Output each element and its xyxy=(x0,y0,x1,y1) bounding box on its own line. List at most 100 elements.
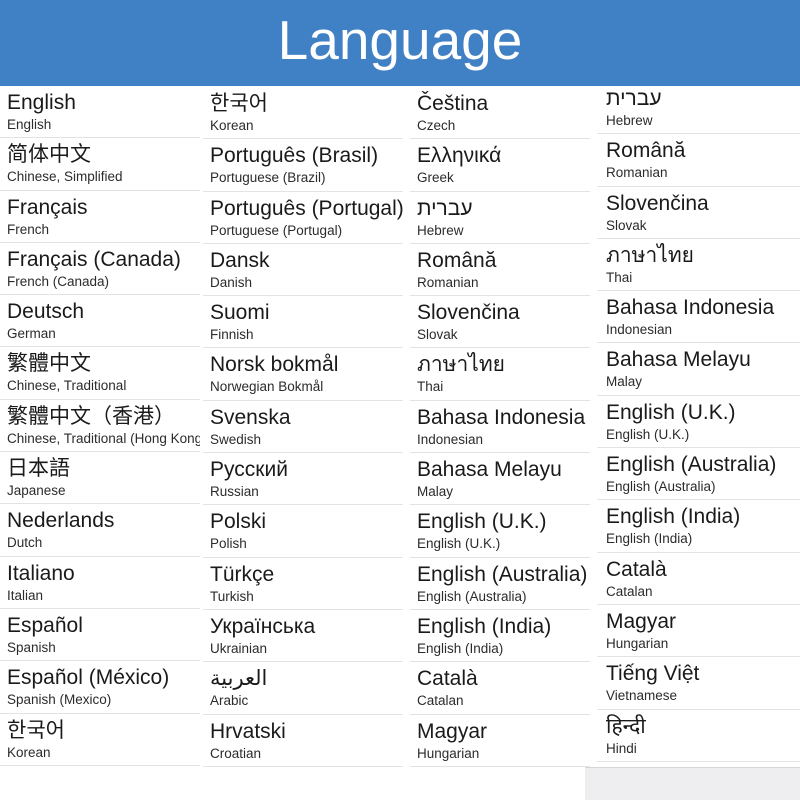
language-option[interactable]: Norsk bokmål Norwegian Bokmål xyxy=(203,348,403,401)
language-english-name: Spanish xyxy=(7,639,56,655)
language-english-name: French xyxy=(7,221,50,237)
column-3-list: Čeština Czech Ελληνικά Greek עברית Hebrew Româ… xyxy=(410,87,590,767)
language-english-name: Polish xyxy=(210,536,247,552)
language-option[interactable]: English English xyxy=(0,86,200,139)
language-option[interactable]: English (Australia) English (Australia) xyxy=(597,448,800,501)
language-option[interactable]: हिन्दी Hindi xyxy=(597,710,800,762)
language-english-name: English (U.K.) xyxy=(606,426,690,442)
language-english-name: English xyxy=(7,117,52,132)
language-option[interactable]: Slovenčina Slovak xyxy=(410,296,590,349)
language-option[interactable]: Čeština Czech xyxy=(410,87,590,140)
language-option[interactable]: Bahasa Melayu Malay xyxy=(410,453,590,506)
language-option[interactable]: Tiếng Việt Vietnamese xyxy=(597,657,800,710)
language-option[interactable]: Português (Brasil) Portuguese (Brazil) xyxy=(203,139,403,192)
language-native-name: 繁體中文（香港） xyxy=(7,404,175,428)
language-option[interactable]: Magyar Hungarian xyxy=(410,715,590,767)
language-column-2: 한국어 Korean Português (Brasil) Portuguese (B… xyxy=(203,86,403,800)
language-option[interactable]: 日本語 Japanese xyxy=(0,452,200,505)
language-english-name: Romanian xyxy=(606,165,668,181)
language-native-name: Slovenčina xyxy=(606,191,709,215)
language-picker-screen: Language English English 简体中文 Chinese, Simp… xyxy=(0,0,800,800)
language-english-name: Czech xyxy=(417,118,456,133)
language-english-name: Chinese, Traditional xyxy=(7,378,127,394)
language-option[interactable]: English (U.K.) English (U.K.) xyxy=(597,396,800,449)
language-option[interactable]: Türkçe Turkish xyxy=(203,558,403,610)
language-option[interactable]: ภาษาไทย Thai xyxy=(410,348,590,401)
language-option[interactable]: Română Romanian xyxy=(410,244,590,297)
language-option[interactable]: Català Catalan xyxy=(410,662,590,715)
language-option[interactable]: Deutsch German xyxy=(0,295,200,348)
header-bar: Language xyxy=(0,0,800,86)
language-option[interactable]: Bahasa Indonesia Indonesian xyxy=(597,291,800,344)
language-native-name: English xyxy=(7,91,76,114)
language-option[interactable]: Dansk Danish xyxy=(203,244,403,297)
language-option[interactable]: Polski Polish xyxy=(203,505,403,558)
language-option[interactable]: English (India) English (India) xyxy=(597,500,800,553)
language-option[interactable]: Svenska Swedish xyxy=(203,401,403,454)
language-native-name: Hrvatski xyxy=(210,719,286,743)
language-native-name: Română xyxy=(606,139,686,163)
language-option[interactable]: Українська Ukrainian xyxy=(203,610,403,663)
language-option[interactable]: Suomi Finnish xyxy=(203,296,403,349)
language-option[interactable]: Français French xyxy=(0,191,200,243)
language-english-name: Romanian xyxy=(417,274,479,290)
language-native-name: ภาษาไทย xyxy=(417,353,505,377)
language-option[interactable]: Català Catalan xyxy=(597,553,800,605)
language-native-name: Magyar xyxy=(606,609,677,633)
language-english-name: Hindi xyxy=(606,740,637,756)
language-option[interactable]: العربية Arabic xyxy=(203,662,403,715)
language-native-name: Deutsch xyxy=(7,300,85,324)
language-native-name: Español xyxy=(7,613,83,637)
language-option[interactable]: Español (México) Spanish (Mexico) xyxy=(0,661,200,714)
language-english-name: Malay xyxy=(417,484,454,500)
language-option[interactable]: Français (Canada) French (Canada) xyxy=(0,243,200,296)
language-english-name: Arabic xyxy=(210,693,249,709)
language-option[interactable]: Nederlands Dutch xyxy=(0,504,200,557)
language-option[interactable]: Română Romanian xyxy=(597,134,800,187)
language-english-name: Slovak xyxy=(417,327,458,343)
language-option[interactable]: ภาษาไทย Thai xyxy=(597,239,800,292)
language-english-name: Vietnamese xyxy=(606,688,678,704)
language-english-name: Chinese, Simplified xyxy=(7,169,123,185)
language-option[interactable]: 繁體中文（香港） Chinese, Traditional (Hong Kong) xyxy=(0,400,200,453)
language-english-name: Italian xyxy=(7,587,44,603)
language-english-name: Catalan xyxy=(606,583,653,599)
language-option[interactable]: 한국어 Korean xyxy=(203,87,403,140)
language-option[interactable]: Magyar Hungarian xyxy=(597,605,800,658)
language-option[interactable]: English (Australia) English (Australia) xyxy=(410,558,590,610)
language-english-name: Ukrainian xyxy=(210,640,268,656)
language-option[interactable]: Português (Portugal) Portuguese (Portugal… xyxy=(203,192,403,244)
language-option[interactable]: 繁體中文 Chinese, Traditional xyxy=(0,347,200,400)
language-option[interactable]: Bahasa Melayu Malay xyxy=(597,343,800,396)
language-english-name: Danish xyxy=(210,274,253,290)
page-title: Language xyxy=(277,9,523,71)
language-option[interactable]: 한국어 Korean xyxy=(0,714,200,766)
language-option[interactable]: English (India) English (India) xyxy=(410,610,590,663)
language-native-name: Tiếng Việt xyxy=(606,662,700,686)
language-english-name: Japanese xyxy=(7,483,66,499)
language-option[interactable]: עברית Hebrew xyxy=(410,192,590,244)
language-english-name: Malay xyxy=(606,374,643,390)
language-option[interactable]: Русский Russian xyxy=(203,453,403,506)
language-native-name: Bahasa Indonesia xyxy=(417,405,586,429)
language-option[interactable]: 简体中文 Chinese, Simplified xyxy=(0,138,200,191)
language-option[interactable]: Hrvatski Croatian xyxy=(203,715,403,767)
language-option[interactable]: English (U.K.) English (U.K.) xyxy=(410,505,590,558)
language-option[interactable]: עברית Hebrew xyxy=(597,86,800,135)
language-native-name: English (U.K.) xyxy=(606,400,736,424)
language-native-name: 한국어 xyxy=(7,718,65,742)
language-option[interactable]: Español Spanish xyxy=(0,609,200,662)
language-native-name: 한국어 xyxy=(210,92,268,115)
language-english-name: Catalan xyxy=(417,693,464,709)
language-option[interactable]: Italiano Italian xyxy=(0,557,200,609)
language-option[interactable]: Bahasa Indonesia Indonesian xyxy=(410,401,590,454)
language-english-name: Korean xyxy=(7,744,51,760)
language-native-name: Magyar xyxy=(417,719,488,743)
language-option[interactable]: Ελληνικά Greek xyxy=(410,139,590,192)
language-option[interactable]: Slovenčina Slovak xyxy=(597,187,800,239)
language-native-name: Français xyxy=(7,195,88,219)
language-english-name: English (India) xyxy=(606,531,693,547)
language-english-name: Korean xyxy=(210,118,254,133)
language-english-name: Turkish xyxy=(210,588,254,604)
language-english-name: Indonesian xyxy=(606,322,673,338)
